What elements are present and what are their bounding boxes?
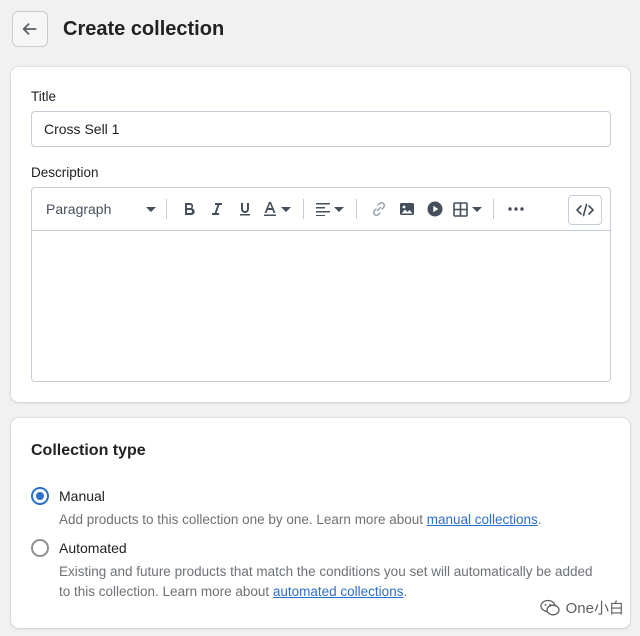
- chevron-down-icon: [281, 206, 291, 212]
- manual-label: Manual: [59, 488, 105, 504]
- video-button[interactable]: [421, 195, 449, 223]
- collection-type-title: Collection type: [31, 442, 146, 459]
- description-editor: Paragraph: [31, 187, 611, 382]
- manual-option[interactable]: Manual: [31, 487, 105, 505]
- title-label: Title: [31, 89, 57, 104]
- text-color-button[interactable]: [259, 195, 295, 223]
- automated-option[interactable]: Automated: [31, 539, 127, 557]
- manual-help-suffix: .: [537, 512, 542, 527]
- align-left-icon: [316, 203, 330, 216]
- radio-dot: [36, 492, 44, 500]
- link-icon: [372, 201, 386, 217]
- details-card: Title Description Paragraph: [11, 67, 630, 402]
- underline-icon: [240, 203, 250, 216]
- editor-content-area[interactable]: [32, 231, 610, 381]
- image-icon: [400, 203, 414, 215]
- title-input[interactable]: [31, 111, 611, 147]
- toolbar-divider: [356, 199, 357, 219]
- more-icon: [508, 207, 524, 211]
- watermark-text: One小白: [565, 600, 624, 617]
- page-header: Create collection: [12, 11, 224, 47]
- manual-help-text: Add products to this collection one by o…: [59, 510, 599, 530]
- toolbar-divider: [303, 199, 304, 219]
- manual-help-prefix: Add products to this collection one by o…: [59, 512, 427, 527]
- manual-radio[interactable]: [31, 487, 49, 505]
- editor-toolbar: Paragraph: [32, 188, 610, 231]
- watermark: One小白: [539, 597, 624, 618]
- align-button[interactable]: [312, 195, 348, 223]
- automated-help-suffix: .: [403, 584, 408, 599]
- toolbar-divider: [493, 199, 494, 219]
- html-view-button[interactable]: [568, 195, 602, 225]
- automated-radio[interactable]: [31, 539, 49, 557]
- image-button[interactable]: [393, 195, 421, 223]
- link-button[interactable]: [365, 195, 393, 223]
- italic-icon: [212, 203, 222, 215]
- paragraph-select-label: Paragraph: [46, 201, 112, 217]
- paragraph-select[interactable]: Paragraph: [46, 195, 158, 223]
- chevron-down-icon: [471, 206, 482, 212]
- automated-collections-link[interactable]: automated collections: [273, 584, 404, 599]
- text-color-icon: [264, 202, 276, 216]
- chevron-down-icon: [334, 206, 344, 212]
- toolbar-divider: [166, 199, 167, 219]
- automated-label: Automated: [59, 540, 127, 556]
- table-button[interactable]: [449, 195, 485, 223]
- arrow-left-icon: [22, 22, 37, 36]
- collection-type-card: Collection type Manual Add products to t…: [11, 418, 630, 628]
- table-icon: [452, 201, 468, 217]
- chevron-down-icon: [146, 206, 156, 212]
- page-title: Create collection: [63, 17, 225, 40]
- more-button[interactable]: [502, 195, 530, 223]
- back-button[interactable]: [12, 11, 48, 47]
- video-icon: [427, 201, 443, 217]
- italic-button[interactable]: [203, 195, 231, 223]
- wechat-icon: [539, 599, 560, 615]
- bold-icon: [185, 202, 195, 216]
- bold-button[interactable]: [175, 195, 203, 223]
- automated-help-text: Existing and future products that match …: [59, 562, 599, 602]
- description-label: Description: [31, 165, 99, 180]
- manual-collections-link[interactable]: manual collections: [427, 512, 538, 527]
- underline-button[interactable]: [231, 195, 259, 223]
- code-icon: [576, 203, 594, 217]
